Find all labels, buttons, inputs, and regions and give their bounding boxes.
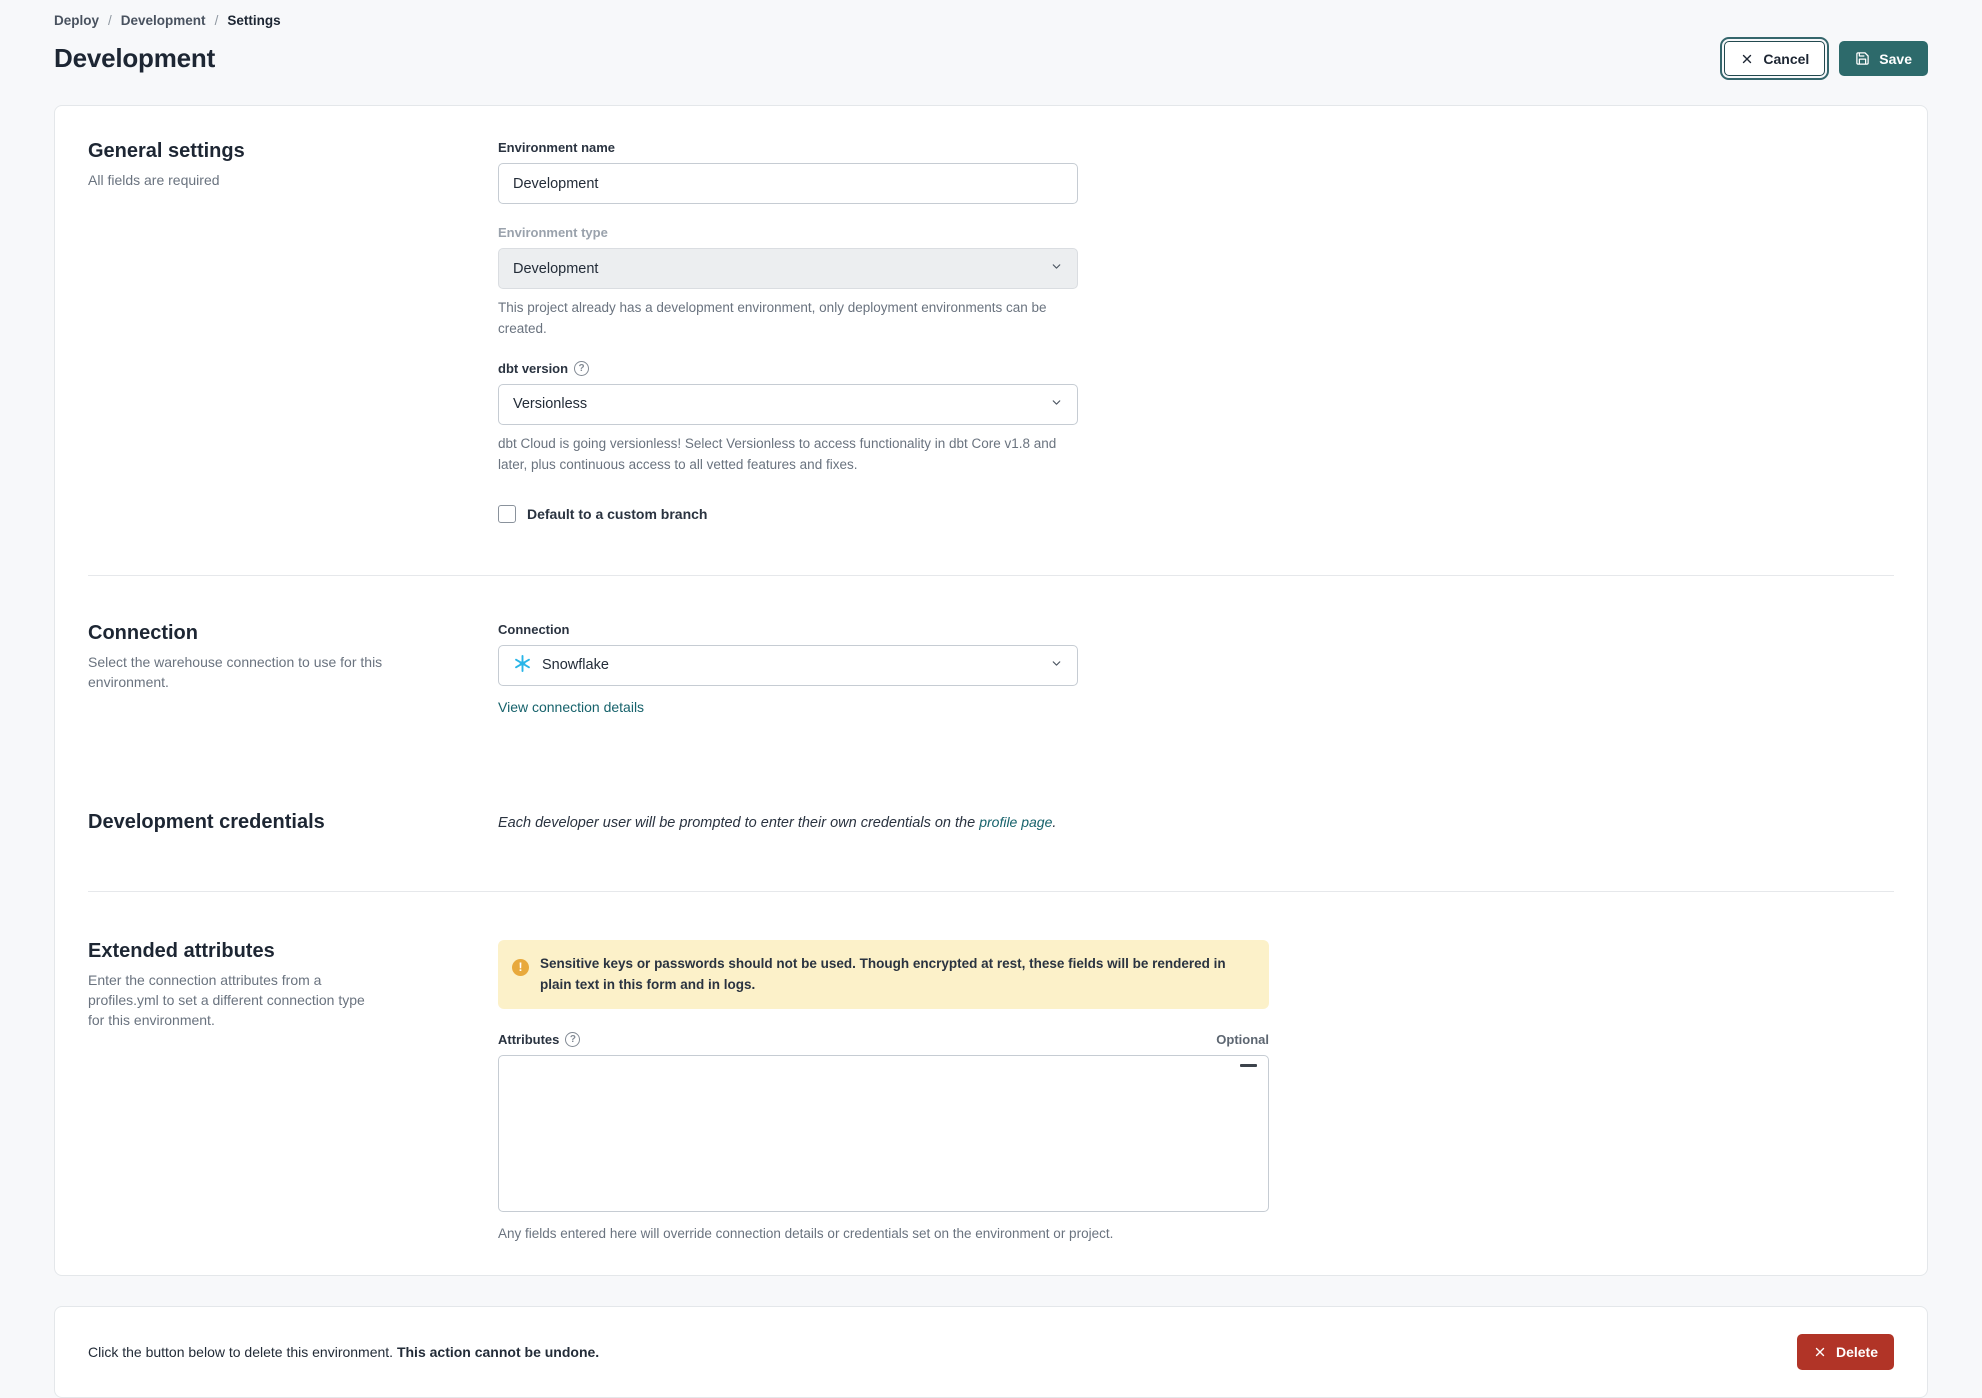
delete-environment-text: Click the button below to delete this en… [88, 1343, 600, 1360]
connection-label: Connection [498, 621, 570, 637]
credentials-note: Each developer user will be prompted to … [498, 813, 1057, 831]
extended-attributes-heading: Extended attributes [88, 939, 275, 962]
warning-exclamation-icon: ! [512, 958, 529, 976]
breadcrumb-separator: / [214, 13, 219, 28]
attributes-label-row: Attributes ? Optional [498, 1031, 1269, 1047]
attributes-help: Any fields entered here will override co… [498, 1225, 1114, 1241]
cancel-button-label: Cancel [1763, 50, 1810, 67]
collapse-fold-icon[interactable] [1240, 1063, 1257, 1068]
header-actions: Cancel Save [1720, 37, 1928, 80]
floppy-disk-icon [1855, 51, 1870, 66]
delete-button[interactable]: Delete [1796, 1333, 1894, 1370]
environment-name-field-group: Environment name [498, 140, 1078, 204]
breadcrumb-separator: / [108, 13, 112, 28]
checkbox-unchecked-icon[interactable] [498, 504, 516, 523]
environment-type-label: Environment type [498, 225, 608, 240]
extended-attributes-subheading: Enter the connection attributes from a p… [88, 971, 365, 1029]
dbt-version-label: dbt version ? [498, 360, 1078, 376]
section-development-credentials: Development credentials Each developer u… [88, 715, 1894, 841]
breadcrumb-deploy[interactable]: Deploy [54, 13, 99, 28]
dbt-version-field-group: dbt version ? Versionless dbt Cloud is g… [498, 360, 1078, 476]
save-button[interactable]: Save [1839, 41, 1928, 76]
delete-button-label: Delete [1835, 1343, 1878, 1360]
breadcrumb: Deploy / Development / Settings [54, 0, 1928, 28]
sensitive-keys-warning-banner: ! Sensitive keys or passwords should not… [498, 939, 1269, 1009]
attributes-label: Attributes ? [498, 1031, 581, 1047]
environment-type-field-group: Environment type Development This projec… [498, 225, 1078, 340]
section-general-settings: General settings All fields are required… [88, 140, 1894, 575]
section-connection: Connection Select the warehouse connecti… [88, 576, 1894, 715]
environment-name-label: Environment name [498, 140, 616, 155]
view-connection-details-link[interactable]: View connection details [498, 699, 644, 715]
chevron-down-icon [1050, 657, 1063, 674]
environment-name-input[interactable] [498, 163, 1078, 204]
dbt-version-select[interactable]: Versionless [498, 383, 1078, 425]
connection-subheading: Select the warehouse connection to use f… [88, 653, 383, 690]
save-button-label: Save [1879, 50, 1912, 67]
environment-settings-page: Deploy / Development / Settings Developm… [0, 0, 1982, 1398]
breadcrumb-settings: Settings [227, 13, 281, 28]
general-settings-subheading: All fields are required [88, 172, 220, 188]
optional-badge: Optional [1216, 1031, 1269, 1047]
help-circle-icon[interactable]: ? [565, 1031, 581, 1047]
page-title: Development [54, 43, 216, 73]
x-icon [1740, 52, 1754, 66]
connection-heading: Connection [88, 621, 198, 644]
chevron-down-icon [1050, 260, 1063, 277]
attributes-textarea[interactable] [498, 1054, 1269, 1212]
connection-select[interactable]: Snowflake [498, 644, 1078, 686]
general-settings-heading: General settings [88, 140, 245, 162]
dbt-version-help: dbt Cloud is going versionless! Select V… [498, 435, 1057, 472]
breadcrumb-development[interactable]: Development [121, 13, 206, 28]
snowflake-icon [513, 654, 532, 677]
environment-type-select[interactable]: Development [498, 248, 1078, 289]
default-custom-branch-checkbox-row[interactable]: Default to a custom branch [498, 504, 1894, 523]
connection-field-group: Connection Snowflake View connection det… [498, 622, 1078, 715]
settings-card: General settings All fields are required… [54, 105, 1928, 1276]
environment-type-help: This project already has a development e… [498, 300, 1047, 336]
environment-type-value: Development [513, 260, 599, 277]
cancel-button[interactable]: Cancel [1720, 37, 1830, 80]
profile-page-link[interactable]: profile page [979, 814, 1052, 830]
dbt-version-value: Versionless [513, 396, 588, 413]
page-header: Development Cancel Save [54, 37, 1928, 80]
delete-environment-card: Click the button below to delete this en… [54, 1305, 1928, 1398]
warning-text: Sensitive keys or passwords should not b… [540, 955, 1226, 993]
section-extended-attributes: Extended attributes Enter the connection… [88, 892, 1894, 1245]
x-icon [1813, 1345, 1827, 1359]
connection-value: Snowflake [542, 657, 609, 674]
help-circle-icon[interactable]: ? [574, 360, 590, 376]
default-custom-branch-label: Default to a custom branch [527, 505, 708, 522]
chevron-down-icon [1050, 396, 1063, 413]
development-credentials-heading: Development credentials [88, 810, 325, 833]
attributes-editor-wrap [498, 1054, 1269, 1215]
